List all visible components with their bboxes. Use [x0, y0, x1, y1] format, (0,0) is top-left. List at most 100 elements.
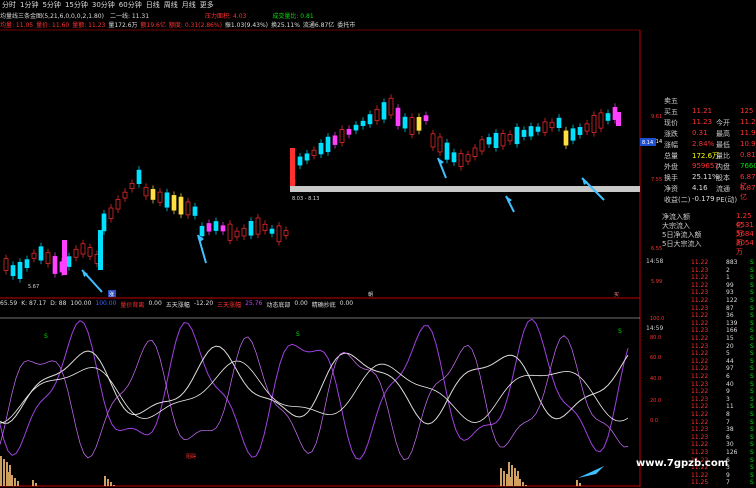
tick-price: 11.23 — [691, 426, 709, 434]
period-tab-5[interactable]: 60分钟 — [119, 0, 142, 10]
tick-side: S — [750, 335, 754, 342]
candle-body — [437, 136, 443, 153]
indicator-value-2: 量额: 11.23 — [72, 22, 106, 29]
candle-body — [416, 117, 422, 131]
candle-body — [458, 153, 464, 167]
watermark: www.7gpzb.com — [636, 458, 729, 469]
candle-body — [444, 142, 450, 160]
tick-price: 11.23 — [691, 433, 709, 441]
quote-label: 现价 — [664, 119, 678, 127]
quote-label: 收益(二) — [664, 196, 691, 204]
hist-bar — [6, 462, 8, 486]
candle-body — [164, 192, 170, 208]
flow-label: 5日大宗流入 — [662, 240, 702, 248]
candle-body — [143, 186, 149, 197]
quote-value-2: 0.81 — [740, 151, 756, 159]
period-tab-3[interactable]: 15分钟 — [65, 0, 88, 10]
hist-bar — [32, 480, 34, 486]
hist-bar — [506, 474, 508, 486]
candle-body — [514, 126, 520, 145]
candle-body — [605, 113, 611, 121]
candle-body — [248, 220, 254, 236]
period-tab-7[interactable]: 周线 — [164, 0, 178, 10]
candle-body — [451, 152, 457, 163]
tick-price: 11.23 — [691, 449, 709, 456]
tick-price: 11.23 — [691, 289, 709, 297]
sell-signal-icon: S — [296, 331, 300, 338]
tick-volume: 36 — [726, 312, 734, 320]
period-tab-9[interactable]: 更多 — [200, 0, 214, 10]
candle-body — [395, 107, 401, 126]
osc-value-4: 100.00 — [95, 300, 117, 307]
hist-bar — [516, 476, 518, 486]
candle-body — [297, 156, 303, 166]
tick-volume: 139 — [726, 319, 738, 327]
quote-label-2: 流通 — [716, 185, 730, 193]
tick-price: 11.23 — [691, 266, 709, 274]
tick-volume: 87 — [726, 304, 734, 312]
quote-value-2: 11.21 — [740, 118, 756, 126]
candle-body — [206, 223, 212, 232]
tick-volume: 20 — [726, 342, 734, 350]
period-tab-4[interactable]: 30分钟 — [92, 0, 115, 10]
quote-value: 0.31 — [692, 129, 708, 137]
candle-body — [616, 112, 621, 126]
period-tab-2[interactable]: 5分钟 — [42, 0, 60, 10]
tick-volume: 30 — [726, 441, 734, 449]
period-tab-0[interactable]: 分时 — [2, 0, 16, 10]
hist-bar — [514, 468, 516, 486]
x-marker-mid-label: 朝 — [368, 292, 373, 298]
hist-bar — [107, 479, 109, 486]
quote-row: 涨跌 0.31 最高 11.98 — [640, 129, 756, 139]
hist-bar — [14, 478, 16, 486]
tick-price: 11.22 — [691, 388, 709, 396]
x-marker-left-label: 涨 — [109, 291, 114, 298]
candle-body — [10, 265, 16, 277]
tick-price: 11.22 — [691, 297, 709, 304]
low-price-label: 5.67 — [28, 284, 39, 290]
tick-side: S — [750, 395, 754, 403]
candle-body — [521, 129, 527, 137]
candle-body — [241, 227, 247, 237]
candle-body — [325, 136, 331, 153]
quote-label-2: 最低 — [716, 141, 730, 149]
quote-label-2: 股本 — [716, 174, 730, 182]
tick-volume: 9 — [726, 388, 730, 396]
tick-volume: 38 — [726, 426, 734, 434]
tick-side: S — [750, 441, 754, 449]
period-tab-8[interactable]: 月线 — [182, 0, 196, 10]
candle-body — [584, 123, 590, 132]
tick-volume: 44 — [726, 357, 734, 365]
indicator-header-1: 均量线三条金图(5,21,6,0,0,0,2,1.80) 二一线: 11.31 … — [0, 11, 314, 20]
tick-price: 11.22 — [691, 441, 709, 449]
quote-row: 买五 11.21 125 — [640, 107, 756, 117]
tick-side: S — [750, 342, 754, 350]
candle-body — [17, 261, 23, 279]
tick-volume: 126 — [726, 449, 738, 456]
candle-body — [87, 247, 93, 257]
period-tab-1[interactable]: 1分钟 — [20, 0, 38, 10]
candle-body — [374, 108, 380, 122]
candle-body — [45, 252, 51, 264]
tick-volume: 6 — [726, 373, 730, 380]
candle-body — [507, 134, 513, 142]
candle-body — [185, 201, 191, 216]
oscillator-panel[interactable]: SSS — [0, 317, 640, 461]
period-tab-6[interactable]: 日线 — [146, 0, 160, 10]
indicator-value-9: 委托市 — [337, 22, 356, 29]
tick-volume: 99 — [726, 281, 734, 289]
candle-body — [220, 225, 226, 232]
quote-label: 涨幅 — [664, 141, 678, 149]
candle-body — [500, 133, 506, 147]
indicator-value-5: 额度: 0.31(2.86%) — [168, 22, 222, 29]
sell-signal-icon: S — [618, 328, 622, 335]
quote-row: 现价 11.23今开 11.21 — [640, 118, 756, 128]
osc-line-j — [0, 360, 629, 424]
quote-value: 2.84% — [692, 140, 715, 148]
hist-bar — [525, 485, 527, 486]
tick-volume: 15 — [726, 335, 734, 342]
candle-body — [115, 199, 121, 210]
osc-value-5: 量价背离 — [120, 302, 145, 309]
tick-price: 11.23 — [691, 380, 709, 388]
quote-row: 净资 4.16 流通 6.87亿 — [640, 184, 756, 201]
